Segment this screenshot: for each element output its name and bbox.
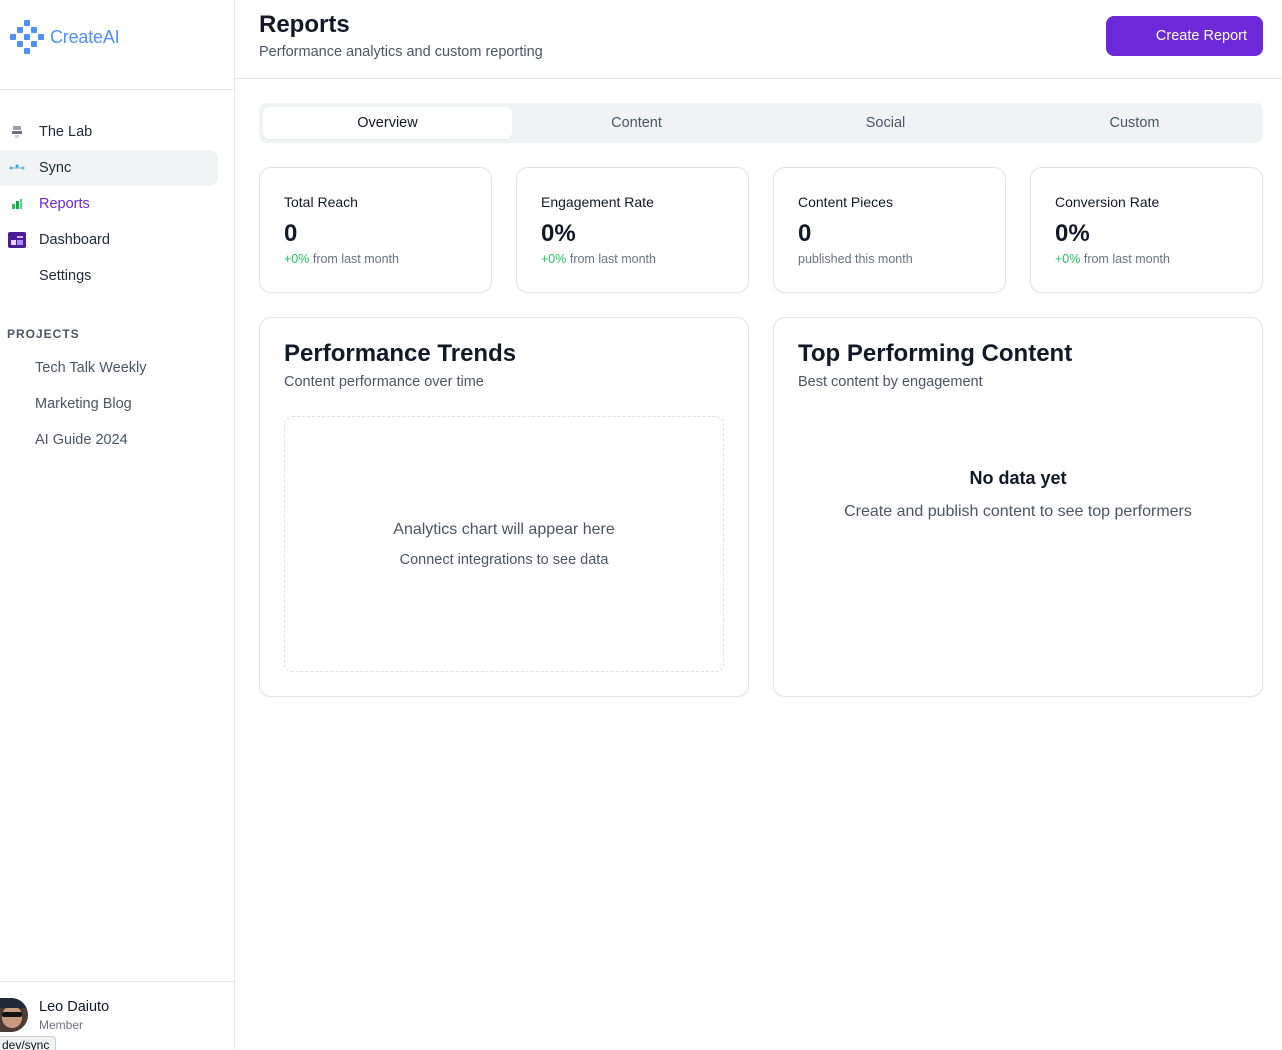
sidebar-item-label: Sync [39, 160, 72, 176]
tab-custom[interactable]: Custom [1010, 107, 1259, 139]
settings-icon [8, 267, 26, 285]
logo-mark-icon [10, 20, 44, 54]
stat-note: +0% from last month [541, 252, 724, 266]
page-title: Reports [259, 11, 350, 38]
app-logo[interactable]: CreateAI [10, 20, 120, 54]
tab-social[interactable]: Social [761, 107, 1010, 139]
top-content-panel: Top Performing Content Best content by e… [773, 317, 1263, 697]
stat-delta: +0% [284, 252, 310, 266]
placeholder-message: Analytics chart will appear here [393, 521, 615, 538]
project-item[interactable]: Marketing Blog [0, 386, 218, 422]
tab-content[interactable]: Content [512, 107, 761, 139]
user-role: Member [39, 1017, 84, 1032]
stat-note-text: from last month [1080, 252, 1170, 266]
stat-note-text: from last month [566, 252, 656, 266]
stat-card-content-pieces: Content Pieces 0 published this month [773, 167, 1006, 293]
stat-label: Content Pieces [798, 194, 893, 210]
dashboard-icon [8, 231, 26, 249]
empty-state-message: Create and publish content to see top pe… [844, 503, 1192, 520]
stat-value: 0 [798, 220, 812, 247]
sidebar: CreateAI The Lab Sync Reports Dashboard [0, 0, 235, 1050]
sidebar-nav: The Lab Sync Reports Dashboard Settings [0, 114, 218, 294]
projects-heading: PROJECTS [7, 327, 80, 341]
project-item[interactable]: AI Guide 2024 [0, 422, 218, 458]
status-url-tooltip: dev/sync [0, 1036, 57, 1050]
stat-note: published this month [798, 252, 981, 266]
sidebar-divider [0, 89, 234, 90]
stat-note: +0% from last month [1055, 252, 1238, 266]
user-name: Leo Daiuto [39, 998, 110, 1015]
page-header: Reports Performance analytics and custom… [235, 0, 1282, 79]
avatar [0, 998, 28, 1032]
stat-label: Total Reach [284, 194, 358, 210]
sidebar-item-dashboard[interactable]: Dashboard [0, 222, 218, 258]
sidebar-item-label: Settings [39, 268, 92, 284]
stat-note-text: published this month [798, 252, 913, 266]
panel-title: Top Performing Content [798, 340, 1073, 367]
performance-trends-panel: Performance Trends Content performance o… [259, 317, 749, 697]
sync-icon [8, 159, 26, 177]
stat-value: 0 [284, 220, 298, 247]
sidebar-item-label: The Lab [39, 124, 93, 140]
panel-subtitle: Best content by engagement [798, 374, 983, 390]
sidebar-item-sync[interactable]: Sync [0, 150, 218, 186]
chart-placeholder: Analytics chart will appear here Connect… [284, 416, 724, 672]
projects-list: Tech Talk Weekly Marketing Blog AI Guide… [0, 350, 218, 458]
project-item[interactable]: Tech Talk Weekly [0, 350, 218, 386]
reports-icon [8, 195, 26, 213]
page-subtitle: Performance analytics and custom reporti… [259, 44, 543, 60]
sidebar-footer-divider [0, 981, 234, 982]
report-tabs: Overview Content Social Custom [259, 103, 1263, 143]
lab-icon [8, 123, 26, 141]
stat-delta: +0% [541, 252, 567, 266]
stat-label: Engagement Rate [541, 194, 654, 210]
stat-delta: +0% [1055, 252, 1081, 266]
sidebar-item-label: Dashboard [39, 232, 110, 248]
empty-state-title: No data yet [969, 468, 1067, 488]
stat-card-total-reach: Total Reach 0 +0% from last month [259, 167, 492, 293]
sidebar-item-label: Reports [39, 196, 90, 212]
panel-subtitle: Content performance over time [284, 374, 484, 390]
sidebar-item-reports[interactable]: Reports [0, 186, 218, 222]
panel-title: Performance Trends [284, 340, 517, 367]
stat-card-conversion-rate: Conversion Rate 0% +0% from last month [1030, 167, 1263, 293]
stat-note: +0% from last month [284, 252, 467, 266]
sidebar-item-settings[interactable]: Settings [0, 258, 218, 294]
stat-note-text: from last month [309, 252, 399, 266]
create-report-button[interactable]: Create Report [1106, 16, 1263, 56]
stat-value: 0% [1055, 220, 1090, 247]
stat-label: Conversion Rate [1055, 194, 1160, 210]
sidebar-item-the-lab[interactable]: The Lab [0, 114, 218, 150]
user-profile[interactable]: Leo Daiuto Member [0, 998, 109, 1032]
tab-overview[interactable]: Overview [263, 107, 512, 139]
stat-card-engagement-rate: Engagement Rate 0% +0% from last month [516, 167, 749, 293]
stat-value: 0% [541, 220, 576, 247]
logo-text: CreateAI [50, 26, 120, 47]
placeholder-hint: Connect integrations to see data [399, 552, 609, 568]
